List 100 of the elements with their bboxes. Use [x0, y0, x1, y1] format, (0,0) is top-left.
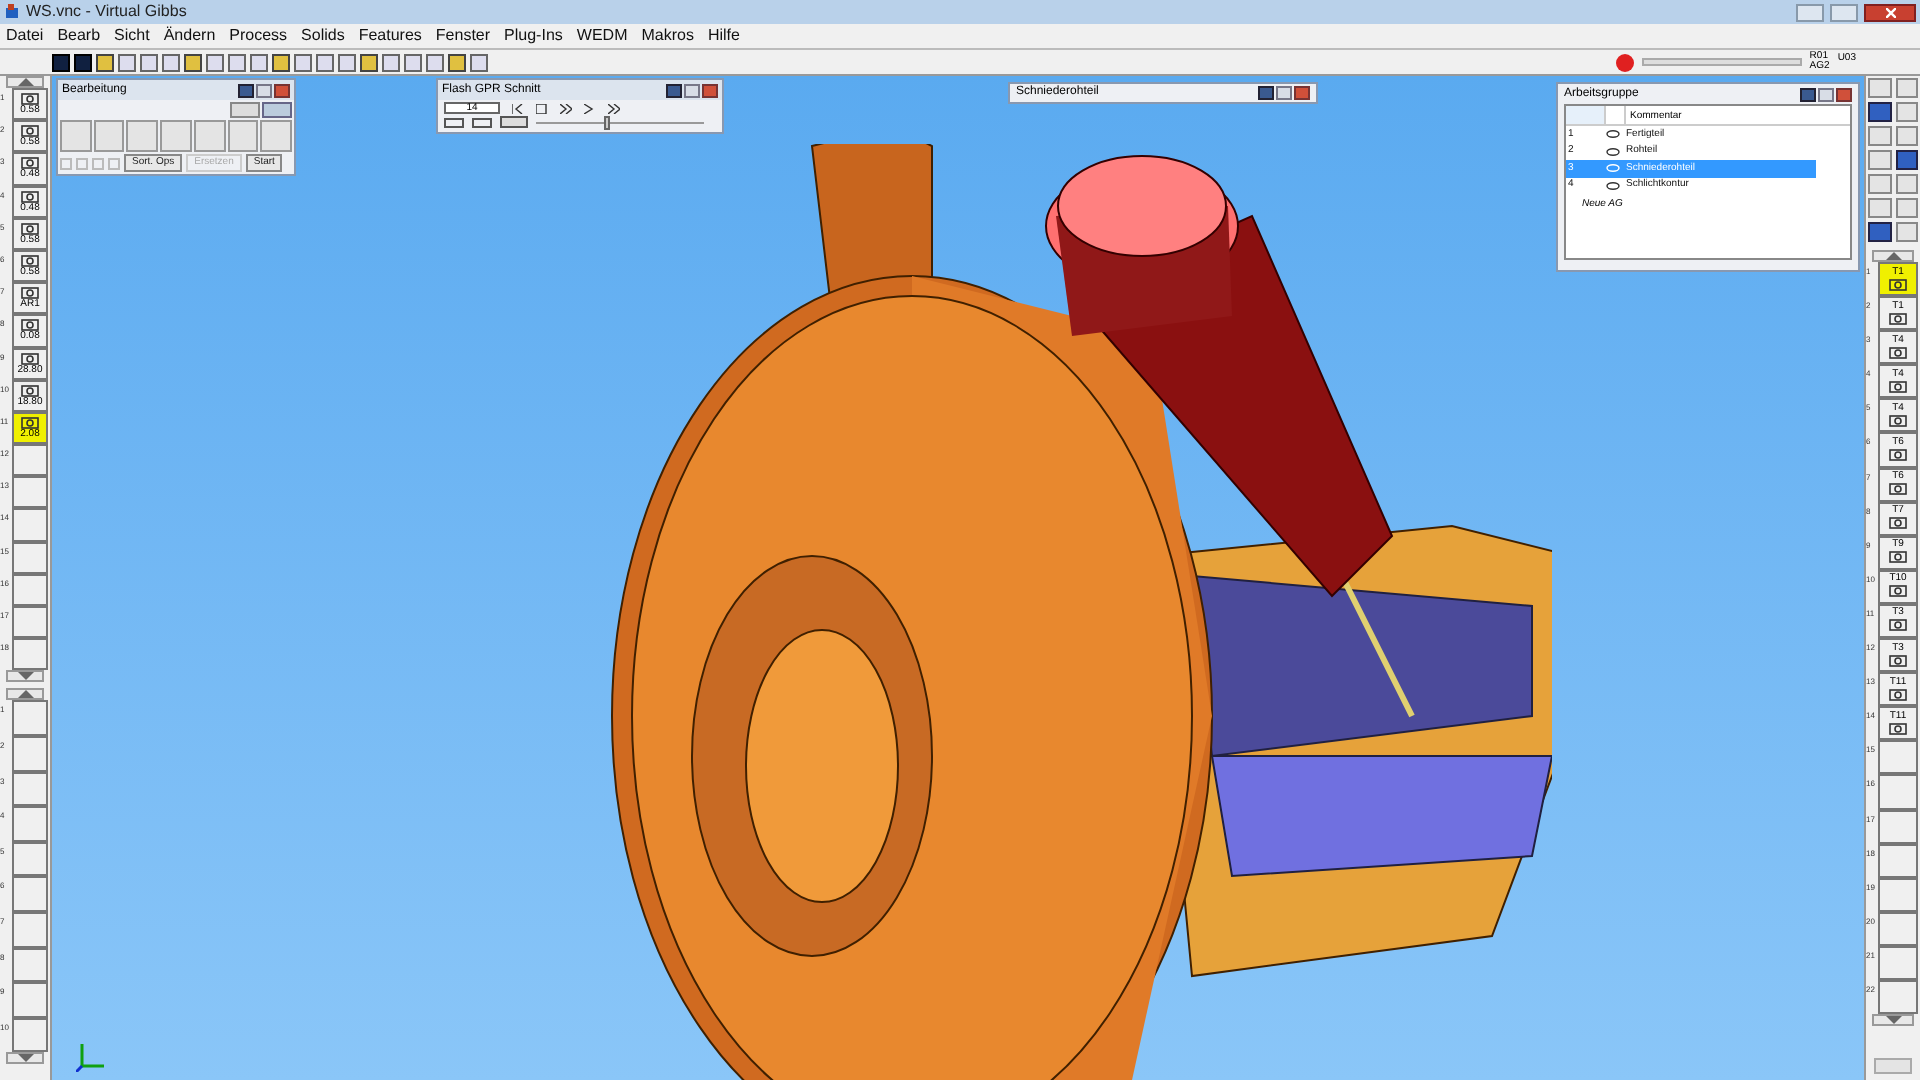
- minimize-button[interactable]: [1796, 3, 1824, 21]
- help-icon[interactable]: [666, 83, 682, 97]
- header-cell[interactable]: [1566, 106, 1606, 124]
- minimize-icon[interactable]: [1818, 87, 1834, 101]
- menu-item[interactable]: Fenster: [435, 24, 491, 48]
- tool-slot[interactable]: [12, 444, 48, 477]
- operation-button[interactable]: [227, 120, 259, 152]
- up-arrow-icon: [17, 690, 33, 699]
- tool-shape-icon: [20, 383, 40, 398]
- operation-button[interactable]: [260, 120, 293, 152]
- operation-button[interactable]: [160, 120, 192, 152]
- operation-button[interactable]: [193, 120, 226, 152]
- maximize-button[interactable]: [1830, 3, 1858, 21]
- tool-shape-icon: [1888, 311, 1908, 326]
- tool-slot[interactable]: [12, 700, 48, 736]
- tool-shape-icon: [1888, 550, 1908, 565]
- tool-shape-icon: [1888, 277, 1908, 292]
- playback-icon[interactable]: [608, 103, 620, 113]
- menu-item[interactable]: Sicht: [114, 24, 150, 48]
- tool-slot[interactable]: [12, 735, 48, 772]
- menu-item[interactable]: Plug-Ins: [504, 24, 563, 48]
- tool-slot[interactable]: [12, 982, 48, 1018]
- menu-item[interactable]: Ändern: [163, 24, 216, 48]
- scroll-up-button[interactable]: [6, 688, 44, 701]
- app-icon: [4, 4, 20, 20]
- tool-shape-icon: [1888, 687, 1908, 702]
- tool-slot[interactable]: [12, 947, 48, 983]
- tool-slot[interactable]: [12, 573, 48, 606]
- tool-shape-icon: [20, 286, 40, 301]
- help-icon[interactable]: [1800, 87, 1816, 101]
- tool-shape-icon: [1888, 516, 1908, 531]
- tool-slot[interactable]: [1878, 945, 1918, 980]
- scroll-up-button[interactable]: [1872, 250, 1914, 262]
- tool-slot[interactable]: [12, 841, 48, 877]
- tool-slot[interactable]: [1878, 843, 1918, 878]
- operation-button[interactable]: [60, 120, 92, 152]
- up-arrow-icon: [17, 78, 33, 86]
- tool-shape-icon: [20, 156, 40, 171]
- tool-slot[interactable]: [12, 1017, 48, 1053]
- tool-shape-icon: [1888, 413, 1908, 428]
- playback-icon[interactable]: [560, 103, 572, 113]
- menu-item[interactable]: Features: [358, 24, 422, 48]
- tool-shape-icon: [20, 189, 40, 204]
- menu-item[interactable]: Makros: [641, 24, 694, 48]
- minimize-icon[interactable]: [1276, 86, 1292, 100]
- tool-slot[interactable]: [1878, 740, 1918, 775]
- menu-item[interactable]: Bearb: [57, 24, 101, 48]
- tool-slot[interactable]: [12, 606, 48, 639]
- tool-slot[interactable]: [12, 911, 48, 948]
- operation-button[interactable]: [126, 120, 159, 152]
- menu-item[interactable]: Process: [229, 24, 288, 48]
- tool-slot[interactable]: [1878, 911, 1918, 946]
- scroll-down-button[interactable]: [6, 670, 44, 683]
- tool-shape-icon: [20, 415, 40, 430]
- stop-icon[interactable]: [1615, 53, 1634, 71]
- scroll-down-button[interactable]: [6, 1052, 44, 1065]
- tool-slot[interactable]: [12, 876, 48, 912]
- tool-slot[interactable]: [12, 771, 48, 807]
- tool-slot[interactable]: [12, 476, 48, 509]
- tool-shape-icon: [20, 92, 40, 107]
- tool-shape-icon: [1888, 721, 1908, 736]
- tool-slot[interactable]: [12, 806, 48, 842]
- tool-slot[interactable]: [1878, 774, 1918, 809]
- help-icon[interactable]: [238, 83, 254, 97]
- menu-item[interactable]: WEDM: [576, 24, 628, 48]
- window-title: WS.vnc - Virtual Gibbs: [26, 0, 189, 24]
- axis-triad-icon: [76, 1040, 108, 1072]
- tool-slot[interactable]: [12, 638, 48, 671]
- tool-shape-icon: [20, 351, 40, 366]
- tool-shape-icon: [1888, 653, 1908, 668]
- down-arrow-icon: [1885, 1016, 1901, 1025]
- tool-slot[interactable]: [1878, 809, 1918, 844]
- tool-shape-icon: [1888, 345, 1908, 360]
- tool-shape-icon: [1888, 482, 1908, 497]
- up-arrow-icon: [1885, 252, 1901, 260]
- scroll-up-button[interactable]: [6, 76, 44, 88]
- tool-slot[interactable]: [12, 508, 48, 542]
- tool-shape-icon: [1888, 618, 1908, 633]
- menu-item[interactable]: Solids: [301, 24, 345, 48]
- tool-shape-icon: [20, 318, 40, 333]
- close-icon[interactable]: [702, 83, 718, 97]
- toolbar-icon[interactable]: [1895, 150, 1918, 170]
- playback-icon[interactable]: [536, 103, 548, 113]
- close-button[interactable]: [1864, 3, 1916, 21]
- down-arrow-icon: [17, 1054, 33, 1063]
- tool-shape-icon: [20, 221, 40, 236]
- tool-shape-icon: [1888, 379, 1908, 394]
- scroll-down-button[interactable]: [1872, 1014, 1914, 1027]
- menu-item[interactable]: Datei: [6, 24, 44, 48]
- playback-icon[interactable]: [584, 103, 596, 113]
- menu-item[interactable]: Hilfe: [707, 24, 740, 48]
- tool-slot[interactable]: [1878, 979, 1918, 1015]
- operation-button[interactable]: [93, 120, 125, 152]
- tool-shape-icon: [20, 254, 40, 269]
- tool-shape-icon: [20, 124, 40, 139]
- tool-slot[interactable]: [1878, 877, 1918, 912]
- playback-icon[interactable]: [512, 103, 524, 113]
- close-icon[interactable]: [274, 83, 290, 97]
- tool-slot[interactable]: [12, 541, 48, 574]
- close-icon[interactable]: [1836, 87, 1852, 101]
